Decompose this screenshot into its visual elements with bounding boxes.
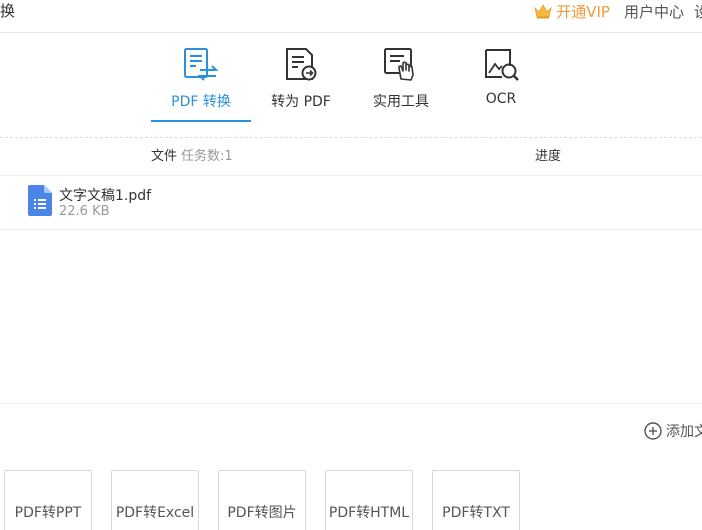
- row-divider: [0, 229, 702, 230]
- tab-label: 转为 PDF: [271, 94, 331, 110]
- user-center-link[interactable]: 用户中心: [624, 1, 684, 22]
- tab-label: 实用工具: [373, 94, 429, 110]
- pdf-to-html-button[interactable]: PDF转HTML: [325, 470, 413, 530]
- column-header-file: 文件 任务数:1: [151, 148, 233, 166]
- task-count: 任务数:1: [181, 149, 233, 164]
- settings-link-cutoff[interactable]: 设: [694, 1, 702, 22]
- pdf-to-excel-button[interactable]: PDF转Excel: [111, 470, 199, 530]
- pdf-convert-icon: [181, 45, 221, 85]
- window-title-fragment: 换: [0, 2, 16, 20]
- add-file-label: 添加文: [666, 424, 702, 440]
- file-column-label: 文件: [151, 149, 178, 164]
- top-divider: [0, 32, 702, 33]
- list-bottom-divider: [0, 403, 702, 404]
- column-header-progress: 进度: [535, 149, 562, 164]
- tools-icon: [381, 45, 421, 85]
- pdf-to-image-button[interactable]: PDF转图片: [218, 470, 306, 530]
- tab-label: PDF 转换: [171, 94, 231, 110]
- top-right-links: 开通VIP 用户中心 设: [534, 0, 702, 22]
- pdf-file-icon: [28, 185, 52, 220]
- plus-circle-icon: [644, 422, 662, 440]
- pdf-to-ppt-button[interactable]: PDF转PPT: [4, 470, 92, 530]
- add-file-button[interactable]: 添加文: [644, 421, 702, 441]
- active-tab-indicator: [151, 120, 251, 122]
- pdf-to-txt-button[interactable]: PDF转TXT: [432, 470, 520, 530]
- tab-to-pdf[interactable]: 转为 PDF: [251, 42, 351, 122]
- to-pdf-icon: [281, 45, 321, 85]
- vip-button[interactable]: 开通VIP: [534, 1, 610, 22]
- tab-label: OCR: [485, 91, 517, 107]
- tabs-divider: [0, 137, 702, 138]
- crown-icon: [534, 3, 552, 18]
- tab-pdf-convert[interactable]: PDF 转换: [151, 42, 251, 122]
- vip-label: 开通VIP: [556, 2, 610, 21]
- tab-ocr[interactable]: OCR: [451, 42, 551, 122]
- ocr-icon: [481, 45, 521, 85]
- file-size: 22.6 KB: [59, 204, 110, 219]
- tab-tools[interactable]: 实用工具: [351, 42, 451, 122]
